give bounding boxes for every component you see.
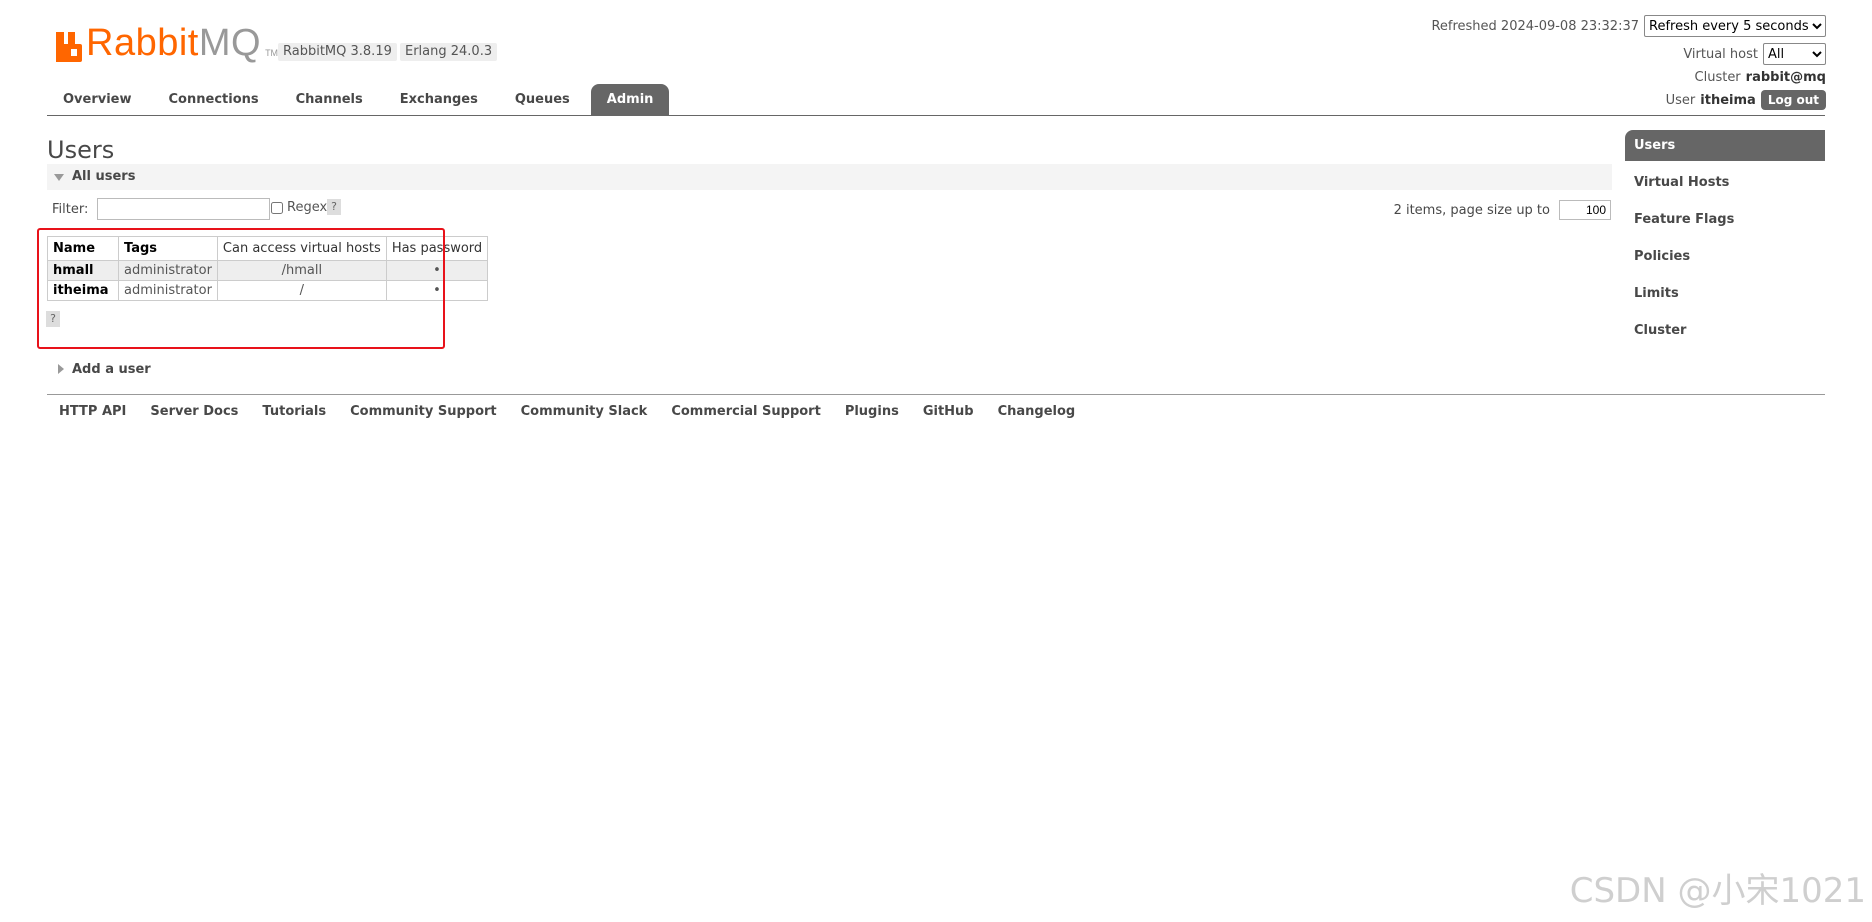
csdn-watermark: CSDN @小宋1021 (1569, 871, 1866, 911)
sidebar-item-virtual-hosts[interactable]: Virtual Hosts (1625, 167, 1825, 204)
logo-text-rabbit: Rabbit (86, 22, 199, 64)
rabbitmq-version-badge: RabbitMQ 3.8.19 (278, 43, 397, 61)
filter-help-button[interactable]: ? (327, 199, 341, 215)
footer-link-commercial-support[interactable]: Commercial Support (659, 404, 833, 419)
vhost-select[interactable]: All (1763, 43, 1826, 65)
items-count: 2 items, page size up to (1393, 203, 1550, 218)
refresh-interval-select[interactable]: Refresh every 5 seconds (1644, 15, 1826, 37)
footer-link-server-docs[interactable]: Server Docs (138, 404, 250, 419)
rabbitmq-logo: Rabbit MQ TM (56, 20, 278, 62)
erlang-version-badge: Erlang 24.0.3 (400, 43, 498, 61)
footer-links: HTTP API Server Docs Tutorials Community… (47, 404, 1087, 419)
tab-channels[interactable]: Channels (280, 84, 379, 116)
user-label: User (1665, 92, 1696, 108)
sidebar-item-users[interactable]: Users (1625, 130, 1825, 161)
collapse-triangle-icon (54, 174, 64, 181)
cluster-label: Cluster (1694, 70, 1741, 85)
tabs-divider (47, 115, 1825, 116)
vhost-label: Virtual host (1683, 46, 1758, 62)
filter-label: Filter: (52, 202, 89, 217)
add-user-section-toggle[interactable]: Add a user (72, 362, 151, 377)
rabbit-logo-icon (56, 32, 82, 62)
page-size-input[interactable] (1559, 200, 1611, 220)
sidebar-item-feature-flags[interactable]: Feature Flags (1625, 204, 1825, 241)
logo-trademark: TM (265, 48, 279, 58)
admin-sidebar: Users Virtual Hosts Feature Flags Polici… (1625, 130, 1825, 352)
cluster-name: rabbit@mq (1745, 70, 1826, 85)
regex-checkbox[interactable] (271, 202, 283, 214)
current-user: itheima (1700, 92, 1756, 108)
tab-queues[interactable]: Queues (499, 84, 586, 116)
highlight-annotation-box (37, 228, 445, 349)
refreshed-timestamp: Refreshed 2024-09-08 23:32:37 (1431, 18, 1639, 34)
tab-overview[interactable]: Overview (47, 84, 148, 116)
footer-link-community-support[interactable]: Community Support (338, 404, 509, 419)
footer-link-community-slack[interactable]: Community Slack (509, 404, 660, 419)
tab-exchanges[interactable]: Exchanges (384, 84, 494, 116)
all-users-section-header[interactable]: All users (47, 164, 1612, 190)
footer-link-http-api[interactable]: HTTP API (47, 404, 138, 419)
filter-input[interactable] (97, 198, 270, 220)
footer-link-plugins[interactable]: Plugins (833, 404, 911, 419)
section-label: All users (72, 169, 136, 184)
regex-label: Regex (287, 200, 328, 215)
vhost-area: Virtual host All (1683, 43, 1826, 65)
footer-link-tutorials[interactable]: Tutorials (250, 404, 338, 419)
sidebar-item-policies[interactable]: Policies (1625, 241, 1825, 278)
sidebar-item-cluster[interactable]: Cluster (1625, 315, 1825, 352)
tab-admin[interactable]: Admin (590, 84, 670, 116)
user-info: User itheima Log out (1666, 90, 1826, 110)
sidebar-item-limits[interactable]: Limits (1625, 278, 1825, 315)
page-title: Users (47, 136, 115, 164)
footer-divider (47, 394, 1825, 395)
expand-triangle-icon[interactable] (58, 364, 64, 374)
footer-link-github[interactable]: GitHub (911, 404, 986, 419)
logo-text-mq: MQ (198, 22, 262, 64)
refresh-area: Refreshed 2024-09-08 23:32:37 Refresh ev… (1431, 15, 1826, 37)
logout-button[interactable]: Log out (1760, 90, 1826, 110)
cluster-info: Cluster rabbit@mq (1695, 70, 1826, 85)
footer-link-changelog[interactable]: Changelog (986, 404, 1088, 419)
tab-connections[interactable]: Connections (153, 84, 275, 116)
main-nav-tabs: Overview Connections Channels Exchanges … (47, 84, 674, 116)
